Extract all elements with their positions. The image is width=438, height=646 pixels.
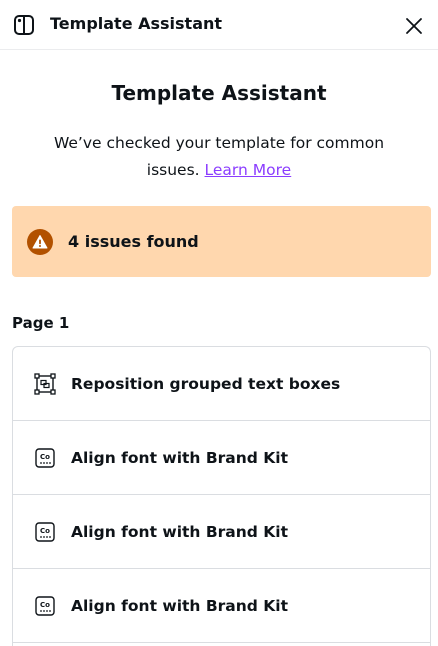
header-title: Template Assistant	[50, 14, 223, 33]
svg-text:Co: Co	[40, 453, 50, 461]
panel-description: We’ve checked your template for common i…	[30, 130, 408, 184]
issue-item-align-font[interactable]: Co Align font with Brand Kit	[13, 495, 430, 569]
issue-label: Align font with Brand Kit	[71, 597, 289, 615]
brand-font-icon: Co	[33, 594, 57, 618]
issue-label: Align font with Brand Kit	[71, 523, 289, 541]
grouped-text-icon	[33, 372, 57, 396]
brand-font-icon: Co	[33, 446, 57, 470]
template-assistant-icon	[13, 14, 35, 36]
close-button[interactable]	[400, 12, 428, 40]
learn-more-link[interactable]: Learn More	[205, 161, 292, 179]
issues-count-text: 4 issues found	[68, 232, 199, 251]
issue-label: Align font with Brand Kit	[71, 449, 289, 467]
issue-list: Reposition grouped text boxes Co Align f…	[12, 346, 431, 646]
issue-label: Reposition grouped text boxes	[71, 375, 341, 393]
issue-item-align-font[interactable]: Co Align font with Brand Kit	[13, 569, 430, 643]
page-label: Page 1	[12, 314, 70, 332]
panel-title: Template Assistant	[111, 81, 327, 105]
panel-header: Template Assistant	[0, 0, 438, 50]
brand-font-icon: Co	[33, 520, 57, 544]
svg-text:Co: Co	[40, 601, 50, 609]
issues-banner: 4 issues found	[12, 206, 431, 277]
warning-icon	[27, 229, 53, 255]
issue-item-align-font[interactable]: Co Align font with Brand Kit	[13, 421, 430, 495]
svg-text:Co: Co	[40, 527, 50, 535]
issue-item-reposition-grouped-text[interactable]: Reposition grouped text boxes	[13, 347, 430, 421]
